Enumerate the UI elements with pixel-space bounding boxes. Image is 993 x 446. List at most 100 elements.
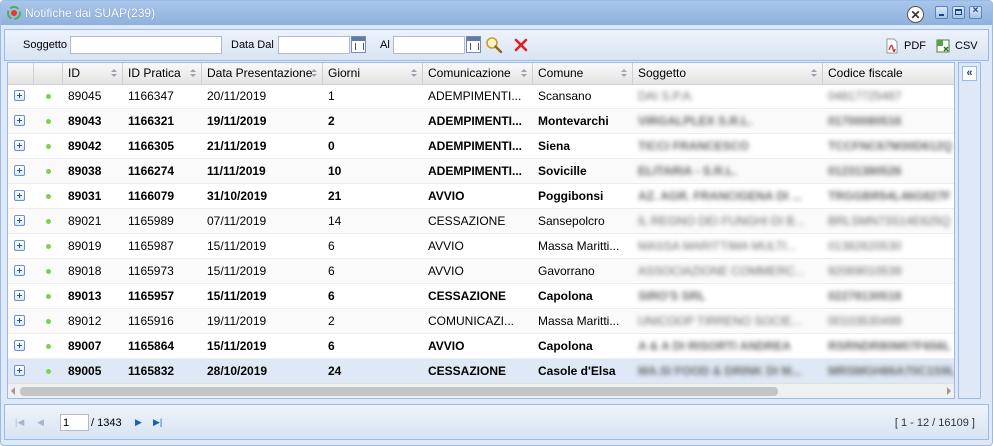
table-row[interactable]: 89045 1166347 20/11/2019 1 ADEMPIMENTI... Sca… [8, 84, 954, 109]
cell-giorni: 6 [328, 289, 335, 303]
search-icon[interactable] [485, 36, 503, 54]
clear-filter-icon[interactable] [512, 36, 530, 54]
cell-soggetto: A & A DI RISORTI ANDREA [638, 339, 791, 353]
sort-icon [811, 69, 817, 78]
al-input[interactable] [393, 36, 465, 54]
expand-row-icon[interactable] [14, 340, 25, 351]
cell-data-presentazione: 11/11/2019 [207, 164, 266, 178]
cell-id: 89007 [68, 339, 102, 353]
cell-comune: Montevarchi [538, 114, 609, 128]
csv-export-button[interactable]: CSV [935, 38, 978, 54]
table-row[interactable]: 89012 1165916 19/11/2019 2 COMUNICAZI... Mass… [8, 309, 954, 334]
calendar-icon[interactable] [466, 36, 481, 53]
cell-comunicazione: CESSAZIONE [428, 364, 507, 378]
cell-codice-fiscale: MRSMGH86A70C1S9L [828, 364, 955, 378]
expand-row-icon[interactable] [14, 265, 25, 276]
status-dot-icon [46, 244, 51, 249]
table-row[interactable]: 89007 1165864 15/11/2019 6 AVVIO Capolona A & … [8, 334, 954, 359]
cell-data-presentazione: 19/11/2019 [207, 114, 267, 128]
cell-codice-fiscale: 01700080516 [828, 114, 902, 128]
paging-toolbar: |◀ ◀ / 1343 ▶ ▶| [ 1 - 12 / 16109 ] [4, 404, 989, 440]
sort-icon [411, 69, 417, 78]
column-header-data-presentazione[interactable]: Data Presentazione [202, 63, 323, 84]
cell-codice-fiscale: 04817725467 [828, 89, 902, 103]
table-row[interactable]: 89038 1166274 11/11/2019 10 ADEMPIMENTI... So… [8, 159, 954, 184]
cell-giorni: 2 [328, 114, 335, 128]
cell-id: 89031 [68, 189, 102, 203]
status-dot-icon [46, 144, 51, 149]
cell-id-pratica: 1166274 [128, 164, 175, 178]
cell-soggetto: UNICOOP TIRRENO SOCIE... [638, 314, 802, 328]
horizontal-scrollbar[interactable] [8, 383, 954, 398]
table-row[interactable]: 89013 1165957 15/11/2019 6 CESSAZIONE Capolon… [8, 284, 954, 309]
app-logo-icon [7, 6, 21, 20]
notifiche-grid: ID ID Pratica Data Presentazione Giorni … [7, 62, 955, 399]
expand-row-icon[interactable] [14, 315, 25, 326]
table-row[interactable]: 89018 1165973 15/11/2019 6 AVVIO Gavorrano ASS… [8, 259, 954, 284]
expand-row-icon[interactable] [14, 140, 25, 151]
paging-info: [ 1 - 12 / 16109 ] [894, 417, 975, 429]
column-header-soggetto[interactable]: Soggetto [633, 63, 823, 84]
cell-id: 89005 [68, 364, 102, 378]
soggetto-input[interactable] [70, 36, 222, 54]
cell-comunicazione: ADEMPIMENTI... [428, 114, 523, 128]
scroll-left-icon[interactable] [11, 387, 15, 395]
next-page-icon[interactable]: ▶ [135, 417, 142, 428]
window-titlebar[interactable]: Notifiche dai SUAP(239) ✕ × [1, 1, 992, 25]
column-header-comunicazione[interactable]: Comunicazione [423, 63, 533, 84]
expand-panel-icon[interactable]: « [962, 66, 977, 81]
close-button[interactable]: × [969, 5, 982, 19]
cell-giorni: 14 [328, 214, 342, 228]
table-row[interactable]: 89031 1166079 31/10/2019 21 AVVIO Poggibonsi A… [8, 184, 954, 209]
expand-row-icon[interactable] [14, 215, 25, 226]
expand-row-icon[interactable] [14, 90, 25, 101]
page-number-input[interactable] [60, 414, 89, 431]
cell-id-pratica: 1166347 [128, 89, 174, 103]
pdf-export-button[interactable]: PDF [884, 38, 926, 54]
close-circle-icon[interactable]: ✕ [907, 6, 924, 23]
column-header-id-pratica[interactable]: ID Pratica [123, 63, 202, 84]
expand-row-icon[interactable] [14, 115, 25, 126]
cell-giorni: 0 [328, 139, 335, 153]
expand-row-icon[interactable] [14, 165, 25, 176]
last-page-icon[interactable]: ▶| [153, 417, 162, 428]
column-header-codice-fiscale[interactable]: Codice fiscale [823, 63, 954, 84]
restore-button[interactable] [952, 6, 965, 19]
cell-codice-fiscale: 00103530499 [828, 314, 902, 328]
table-row[interactable]: 89043 1166321 19/11/2019 2 ADEMPIMENTI... Mon… [8, 109, 954, 134]
cell-data-presentazione: 28/10/2019 [207, 364, 268, 378]
cell-comunicazione: COMUNICAZI... [428, 314, 514, 328]
expand-row-icon[interactable] [14, 190, 25, 201]
table-row[interactable]: 89019 1165987 15/11/2019 6 AVVIO Massa Maritt… [8, 234, 954, 259]
cell-id: 89021 [68, 214, 102, 228]
cell-comunicazione: ADEMPIMENTI... [428, 139, 523, 153]
csv-icon [936, 39, 950, 53]
cell-codice-fiscale: 02278130518 [828, 289, 902, 303]
notifiche-window: Notifiche dai SUAP(239) ✕ × Soggetto Dat… [0, 0, 993, 446]
prev-page-icon[interactable]: ◀ [37, 417, 44, 428]
pdf-icon [886, 38, 898, 54]
column-header-giorni[interactable]: Giorni [323, 63, 423, 84]
expand-row-icon[interactable] [14, 365, 25, 376]
column-header-id[interactable]: ID [63, 63, 123, 84]
table-row[interactable]: 89005 1165832 28/10/2019 24 CESSAZIONE Casole… [8, 359, 954, 384]
scroll-right-icon[interactable] [947, 387, 951, 395]
cell-soggetto: MA.SI FOOD & DRINK DI M... [638, 364, 802, 378]
expand-row-icon[interactable] [14, 290, 25, 301]
table-row[interactable]: 89021 1165989 07/11/2019 14 CESSAZIONE Sansep… [8, 209, 954, 234]
cell-id-pratica: 1166321 [128, 114, 175, 128]
table-row[interactable]: 89042 1166305 21/11/2019 0 ADEMPIMENTI... Sie… [8, 134, 954, 159]
cell-comunicazione: AVVIO [428, 264, 464, 278]
data-dal-input[interactable] [278, 36, 350, 54]
grid-header: ID ID Pratica Data Presentazione Giorni … [8, 63, 954, 85]
column-header-comune[interactable]: Comune [533, 63, 633, 84]
status-dot-icon [46, 319, 51, 324]
filter-toolbar: Soggetto Data Dal Al PDF CSV [4, 29, 989, 61]
calendar-icon[interactable] [351, 36, 366, 53]
minimize-button[interactable] [935, 6, 948, 19]
first-page-icon[interactable]: |◀ [15, 417, 24, 428]
expand-row-icon[interactable] [14, 240, 25, 251]
cell-data-presentazione: 07/11/2019 [207, 214, 267, 228]
cell-id-pratica: 1165957 [128, 289, 175, 303]
scrollbar-thumb[interactable] [20, 387, 778, 396]
